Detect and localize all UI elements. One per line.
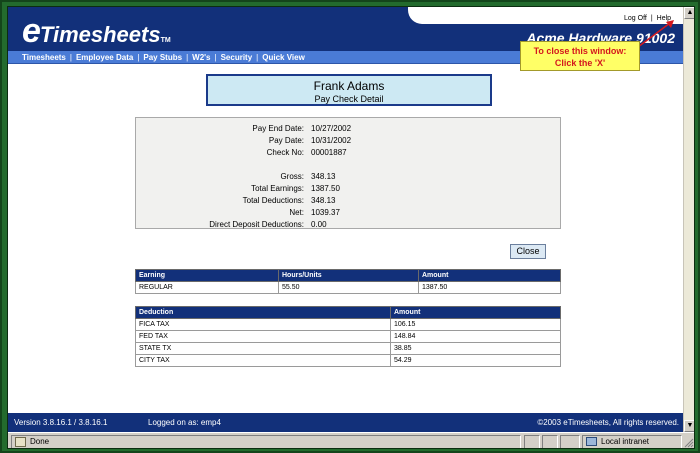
- page-subtitle: Pay Check Detail: [314, 94, 384, 104]
- scroll-up-arrow-icon[interactable]: ▲: [684, 7, 694, 19]
- nav-employee-data[interactable]: Employee Data: [76, 53, 133, 62]
- resize-grip-icon[interactable]: [684, 438, 694, 448]
- table-cell: 38.85: [390, 342, 561, 355]
- detail-value: 0.00: [311, 220, 327, 229]
- table-row: STATE TX 38.85: [135, 342, 561, 355]
- table-cell: 54.29: [390, 354, 561, 367]
- nav-separator: |: [69, 53, 72, 62]
- table-row: FED TAX 148.84: [135, 330, 561, 343]
- table-header-row: Deduction Amount: [135, 306, 561, 319]
- window-frame: eTimesheetsTM Log Off | Help Acme Hardware…: [0, 0, 700, 453]
- logged-in-text: Logged on as: emp4: [148, 418, 221, 427]
- detail-row-direct-deposit: Direct Deposit Deductions: 0.00: [136, 220, 562, 232]
- detail-row-total-deductions: Total Deductions: 348.13: [136, 196, 562, 208]
- detail-value: 348.13: [311, 172, 336, 181]
- detail-label: Total Deductions:: [242, 196, 304, 205]
- close-window-callout: To close this window: Click the 'X': [520, 41, 640, 71]
- table-cell: FICA TAX: [135, 318, 391, 331]
- detail-row-check-no: Check No: 00001887: [136, 148, 562, 160]
- close-button[interactable]: Close: [510, 244, 546, 259]
- column-header: Amount: [390, 306, 561, 319]
- table-cell: CITY TAX: [135, 354, 391, 367]
- callout-pointer-arrow-icon: [637, 20, 674, 48]
- detail-label: Gross:: [280, 172, 304, 181]
- detail-row-net: Net: 1039.37: [136, 208, 562, 220]
- detail-label: Pay Date:: [268, 136, 304, 145]
- detail-row-pay-end-date: Pay End Date: 10/27/2002: [136, 124, 562, 136]
- callout-line-1: To close this window:: [533, 46, 627, 56]
- column-header: Deduction: [135, 306, 391, 319]
- detail-row-pay-date: Pay Date: 10/31/2002: [136, 136, 562, 148]
- zone-text: Local intranet: [601, 437, 650, 446]
- vertical-scrollbar[interactable]: ▲ ▼: [683, 7, 694, 432]
- nav-timesheets[interactable]: Timesheets: [22, 53, 66, 62]
- detail-value: 348.13: [311, 196, 336, 205]
- employee-name: Frank Adams: [313, 79, 385, 93]
- nav-separator: |: [186, 53, 189, 62]
- callout-line-2: Click the 'X': [554, 58, 606, 68]
- detail-label: Direct Deposit Deductions:: [209, 220, 304, 229]
- page-icon: [15, 437, 26, 447]
- version-text: Version 3.8.16.1 / 3.8.16.1: [14, 418, 108, 427]
- table-cell: 55.50: [278, 281, 419, 294]
- table-row: REGULAR 55.50 1387.50: [135, 281, 561, 294]
- detail-row-gross: Gross: 348.13: [136, 172, 562, 184]
- nav-pay-stubs[interactable]: Pay Stubs: [143, 53, 182, 62]
- detail-row-total-earnings: Total Earnings: 1387.50: [136, 184, 562, 196]
- logo-text: Timesheets: [39, 22, 161, 47]
- table-header-row: Earning Hours/Units Amount: [135, 269, 561, 282]
- detail-label: Check No:: [266, 148, 304, 157]
- detail-label: Net:: [289, 208, 304, 217]
- table-row: CITY TAX 54.29: [135, 354, 561, 367]
- etimesheets-logo: eTimesheetsTM: [22, 12, 171, 51]
- logo-e: e: [22, 12, 41, 50]
- status-cell: [524, 435, 540, 448]
- logo-tm: TM: [160, 37, 171, 44]
- scroll-down-arrow-icon[interactable]: ▼: [684, 420, 694, 432]
- nav-quick-view[interactable]: Quick View: [262, 53, 305, 62]
- table-cell: 1387.50: [418, 281, 561, 294]
- status-cell: [560, 435, 580, 448]
- earnings-table: Earning Hours/Units Amount REGULAR 55.50…: [135, 269, 561, 294]
- status-done: Done: [11, 435, 521, 448]
- table-cell: FED TAX: [135, 330, 391, 343]
- nav-w2s[interactable]: W2's: [192, 53, 210, 62]
- nav-separator: |: [256, 53, 259, 62]
- browser-status-bar: Done Local intranet: [8, 432, 694, 448]
- detail-value: 1387.50: [311, 184, 340, 193]
- column-header: Earning: [135, 269, 279, 282]
- detail-label: Total Earnings:: [251, 184, 304, 193]
- nav-separator: |: [137, 53, 140, 62]
- column-header: Amount: [418, 269, 561, 282]
- detail-value: 00001887: [311, 148, 347, 157]
- nav-separator: |: [214, 53, 217, 62]
- intranet-zone-icon: [586, 437, 597, 446]
- detail-value: 10/27/2002: [311, 124, 352, 133]
- column-header: Hours/Units: [278, 269, 419, 282]
- table-cell: 148.84: [390, 330, 561, 343]
- detail-value: 1039.37: [311, 208, 340, 217]
- status-text: Done: [30, 437, 50, 446]
- deductions-table: Deduction Amount FICA TAX 106.15 FED TAX…: [135, 306, 561, 367]
- page-title-box: Frank Adams Pay Check Detail: [206, 74, 492, 106]
- page-viewport: eTimesheetsTM Log Off | Help Acme Hardware…: [8, 7, 683, 432]
- nav-security[interactable]: Security: [221, 53, 253, 62]
- status-cell: [542, 435, 558, 448]
- table-cell: 106.15: [390, 318, 561, 331]
- security-zone: Local intranet: [582, 435, 682, 448]
- table-cell: REGULAR: [135, 281, 279, 294]
- table-row: FICA TAX 106.15: [135, 318, 561, 331]
- copyright-text: ©2003 eTimesheets, All rights reserved.: [537, 418, 679, 427]
- table-cell: STATE TX: [135, 342, 391, 355]
- app-footer: Version 3.8.16.1 / 3.8.16.1 Logged on as…: [8, 413, 683, 432]
- paycheck-summary: Pay End Date: 10/27/2002 Pay Date: 10/31…: [135, 117, 561, 229]
- detail-value: 10/31/2002: [311, 136, 352, 145]
- browser-window: eTimesheetsTM Log Off | Help Acme Hardware…: [7, 6, 695, 449]
- detail-label: Pay End Date:: [252, 124, 304, 133]
